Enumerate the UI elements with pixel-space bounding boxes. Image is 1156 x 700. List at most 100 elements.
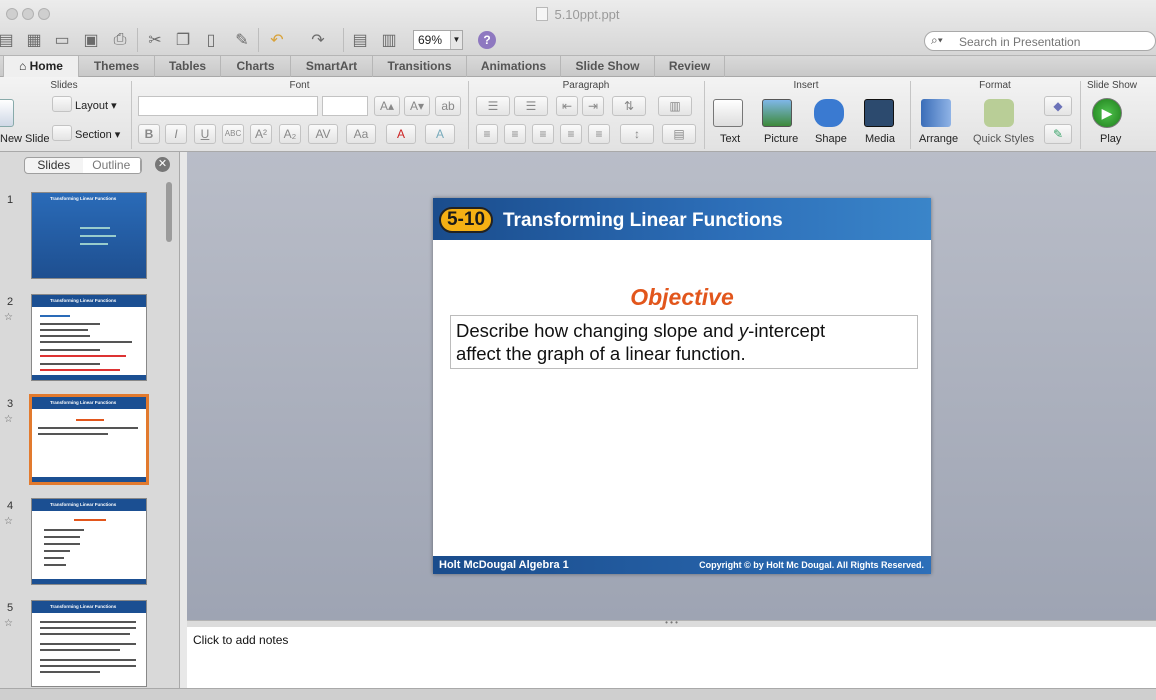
tab-smartart[interactable]: SmartArt	[291, 56, 373, 77]
new-slide-button[interactable]: New Slide	[0, 133, 50, 145]
arrange-button[interactable]: Arrange	[919, 133, 958, 145]
tab-home[interactable]: ⌂ Home	[3, 56, 79, 77]
slide-footer: Holt McDougal Algebra 1 Copyright © by H…	[433, 556, 931, 574]
layout-icon	[52, 96, 72, 112]
copy-icon[interactable]: ❐	[171, 28, 195, 52]
cut-icon[interactable]: ✂	[143, 28, 167, 52]
notes-pane[interactable]: Click to add notes	[187, 627, 1156, 688]
zoom-select[interactable]: 69% ▼	[413, 30, 463, 50]
paste-icon[interactable]: ▯	[199, 28, 223, 52]
thumbnail-line	[40, 335, 90, 337]
bold-icon[interactable]: B	[138, 124, 160, 144]
superscript-icon[interactable]: A²	[250, 124, 272, 144]
fill-icon[interactable]: ◆	[1044, 96, 1072, 116]
new-icon[interactable]: ▤	[0, 28, 18, 52]
justify-icon[interactable]: ≡	[560, 124, 582, 144]
text-button[interactable]: Text	[720, 133, 740, 145]
search-input[interactable]	[959, 34, 1149, 49]
slide-layout-icon[interactable]: ▤	[348, 28, 372, 52]
tab-animations[interactable]: Animations	[467, 56, 561, 77]
close-icon[interactable]: ✕	[155, 157, 170, 172]
subscript-icon[interactable]: A₂	[279, 124, 301, 144]
shape-button[interactable]: Shape	[815, 133, 847, 145]
play-button[interactable]: Play	[1100, 133, 1121, 145]
align-left-icon[interactable]: ≡	[476, 124, 498, 144]
distributed-icon[interactable]: ≡	[588, 124, 610, 144]
line-icon[interactable]: ✎	[1044, 124, 1072, 144]
slide-thumbnail-1[interactable]: Transforming Linear Functions	[31, 192, 147, 279]
text-box-icon	[713, 99, 743, 127]
media-button[interactable]: Media	[865, 133, 895, 145]
align-text-icon[interactable]: ▤	[662, 124, 696, 144]
save-icon[interactable]: ▣	[79, 28, 103, 52]
thumbnail-line	[80, 243, 108, 245]
templates-icon[interactable]: ▦	[22, 28, 46, 52]
tab-tables[interactable]: Tables	[155, 56, 221, 77]
thumbnail-title: Transforming Linear Functions	[50, 196, 117, 201]
quick-styles-button[interactable]: Quick Styles	[973, 133, 1034, 145]
objective-heading[interactable]: Objective	[433, 284, 931, 311]
font-size-select[interactable]	[322, 96, 368, 116]
slide-thumbnail-2[interactable]: Transforming Linear Functions	[31, 294, 147, 381]
thumbnail-line	[38, 433, 108, 435]
status-bar	[0, 688, 1156, 700]
notes-splitter[interactable]: • • •	[187, 619, 1156, 627]
help-icon[interactable]: ?	[478, 31, 496, 49]
tab-review[interactable]: Review	[655, 56, 725, 77]
align-center-icon[interactable]: ≡	[504, 124, 526, 144]
italic-icon[interactable]: I	[165, 124, 187, 144]
font-name-select[interactable]	[138, 96, 318, 116]
text-effects-icon[interactable]: A	[425, 124, 455, 144]
layout-label: Layout	[75, 100, 109, 112]
clear-format-icon[interactable]: ab	[435, 96, 461, 116]
open-icon[interactable]: ▭	[50, 28, 74, 52]
text-direction-icon[interactable]: ⇅	[612, 96, 646, 116]
character-spacing-icon[interactable]: AV	[308, 124, 338, 144]
slide-title[interactable]: Transforming Linear Functions	[503, 210, 783, 232]
objective-text-box[interactable]: Describe how changing slope and y-interc…	[450, 315, 918, 369]
current-slide[interactable]: 5-10 Transforming Linear Functions Objec…	[433, 198, 931, 574]
objective-text: Describe how changing slope and	[456, 320, 739, 341]
decrease-indent-icon[interactable]: ⇤	[556, 96, 578, 116]
increase-indent-icon[interactable]: ⇥	[582, 96, 604, 116]
print-icon[interactable]: ⎙	[108, 28, 132, 52]
slide-number: 4	[7, 500, 14, 512]
change-case-icon[interactable]: Aa	[346, 124, 376, 144]
thumbnail-title: Transforming Linear Functions	[32, 295, 146, 307]
slides-segment[interactable]: Slides	[25, 158, 83, 173]
thumbnail-line	[44, 550, 70, 552]
slide-thumbnail-5[interactable]: Transforming Linear Functions	[31, 600, 147, 687]
section-button[interactable]: Section ▾	[75, 128, 120, 141]
line-spacing-icon[interactable]: ↕	[620, 124, 654, 144]
redo-icon[interactable]: ↷	[306, 28, 330, 52]
tab-slide-show[interactable]: Slide Show	[561, 56, 655, 77]
new-slide-icon[interactable]	[0, 99, 14, 127]
tab-themes[interactable]: Themes	[79, 56, 155, 77]
tab-transitions[interactable]: Transitions	[373, 56, 467, 77]
slide-thumbnail-4[interactable]: Transforming Linear Functions	[31, 498, 147, 585]
tab-charts[interactable]: Charts	[221, 56, 291, 77]
layout-button[interactable]: Layout ▾	[75, 99, 117, 112]
align-right-icon[interactable]: ≡	[532, 124, 554, 144]
thumbnail-scrollbar[interactable]	[165, 180, 173, 680]
bullets-icon[interactable]: ☰	[476, 96, 510, 116]
scrollbar-knob[interactable]	[166, 182, 172, 242]
footer-left-text: Holt McDougal Algebra 1	[439, 559, 569, 571]
gallery-icon[interactable]: ▥	[377, 28, 401, 52]
numbering-icon[interactable]: ☰	[514, 96, 548, 116]
thumbnail-footer	[32, 477, 146, 482]
outline-segment[interactable]: Outline	[82, 158, 141, 173]
animation-star-icon: ☆	[4, 516, 13, 527]
undo-icon[interactable]: ↶	[265, 28, 289, 52]
shrink-font-icon[interactable]: A▾	[404, 96, 430, 116]
strikethrough-icon[interactable]: ABC	[222, 124, 244, 144]
search-box[interactable]: ⌕▾	[924, 31, 1156, 51]
format-painter-icon[interactable]: ✎	[230, 28, 254, 52]
picture-button[interactable]: Picture	[764, 133, 798, 145]
columns-icon[interactable]: ▥	[658, 96, 692, 116]
font-color-icon[interactable]: A	[386, 124, 416, 144]
grow-font-icon[interactable]: A▴	[374, 96, 400, 116]
slide-thumbnail-3[interactable]: Transforming Linear Functions	[29, 394, 149, 485]
underline-icon[interactable]: U	[194, 124, 216, 144]
chevron-down-icon: ▼	[450, 31, 462, 49]
